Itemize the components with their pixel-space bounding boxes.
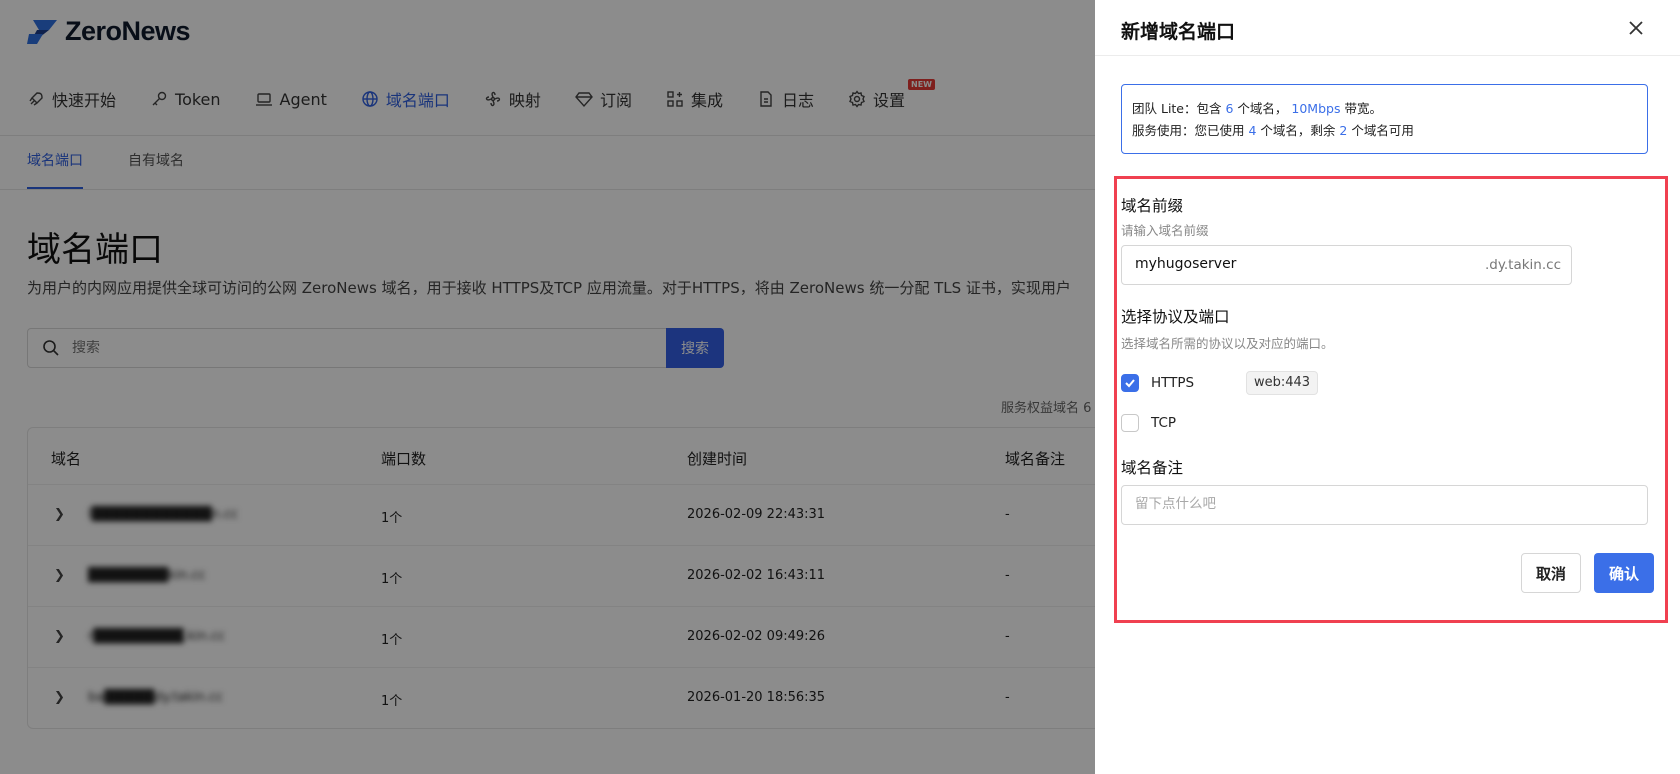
- drawer-header: 新增域名端口: [1095, 0, 1680, 56]
- plan-info-box: 团队 Lite：包含 6 个域名， 10Mbps 带宽。 服务使用：您已使用 4…: [1121, 84, 1648, 154]
- drawer-title: 新增域名端口: [1121, 21, 1236, 43]
- protocol-label: 选择协议及端口: [1121, 308, 1230, 326]
- plan-info-text: 团队 Lite：包含: [1132, 101, 1226, 116]
- usage-info-text: 服务使用：您已使用: [1132, 123, 1249, 138]
- modal-overlay[interactable]: [0, 0, 1095, 774]
- usage-info-line: 服务使用：您已使用 4 个域名，剩余 2 个域名可用: [1132, 120, 1637, 142]
- tcp-checkbox[interactable]: [1121, 414, 1139, 432]
- prefix-label: 域名前缀: [1121, 197, 1184, 215]
- highlight-frame: [1114, 176, 1668, 623]
- domain-note-field: [1121, 485, 1648, 525]
- check-icon: [1125, 379, 1135, 388]
- domain-note-input[interactable]: [1135, 496, 1625, 512]
- protocol-hint: 选择域名所需的协议以及对应的端口。: [1121, 336, 1334, 351]
- domain-prefix-field: .dy.takin.cc: [1121, 245, 1572, 285]
- tcp-label: TCP: [1151, 415, 1177, 431]
- usage-info-text: 个域名可用: [1347, 123, 1414, 138]
- plan-info-line: 团队 Lite：包含 6 个域名， 10Mbps 带宽。: [1132, 98, 1637, 120]
- add-domain-drawer: 新增域名端口 团队 Lite：包含 6 个域名， 10Mbps 带宽。 服务使用…: [1095, 0, 1680, 774]
- usage-info-text: 个域名，剩余: [1256, 123, 1340, 138]
- confirm-button[interactable]: 确认: [1594, 553, 1654, 593]
- note-label: 域名备注: [1121, 459, 1184, 477]
- cancel-button[interactable]: 取消: [1521, 553, 1581, 593]
- plan-info-text: 带宽。: [1340, 101, 1382, 116]
- domain-suffix: .dy.takin.cc: [1484, 257, 1561, 273]
- plan-bandwidth: 10Mbps: [1291, 101, 1341, 116]
- https-label: HTTPS: [1151, 375, 1195, 391]
- https-port-tag: web:443: [1246, 371, 1319, 395]
- domain-prefix-input[interactable]: [1135, 256, 1465, 272]
- protocol-option-tcp[interactable]: TCP: [1121, 412, 1176, 434]
- https-checkbox[interactable]: [1121, 374, 1139, 392]
- prefix-hint: 请输入域名前缀: [1121, 223, 1209, 238]
- plan-info-text: 个域名，: [1233, 101, 1292, 116]
- protocol-option-https[interactable]: HTTPS: [1121, 372, 1194, 394]
- close-icon[interactable]: [1626, 18, 1646, 38]
